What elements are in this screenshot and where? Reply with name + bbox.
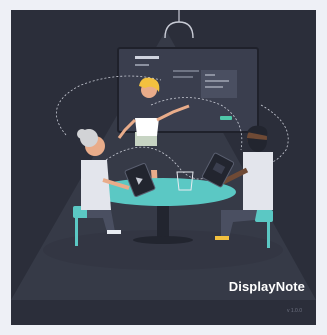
app-version: v 1.0.0 (286, 308, 302, 314)
ceiling-lamp-icon (164, 10, 194, 39)
table-foot (133, 236, 193, 244)
splash-illustration (11, 10, 316, 300)
splash-screen: DisplayNote v 1.0.0 (11, 10, 316, 325)
app-name: DisplayNote (228, 279, 305, 294)
